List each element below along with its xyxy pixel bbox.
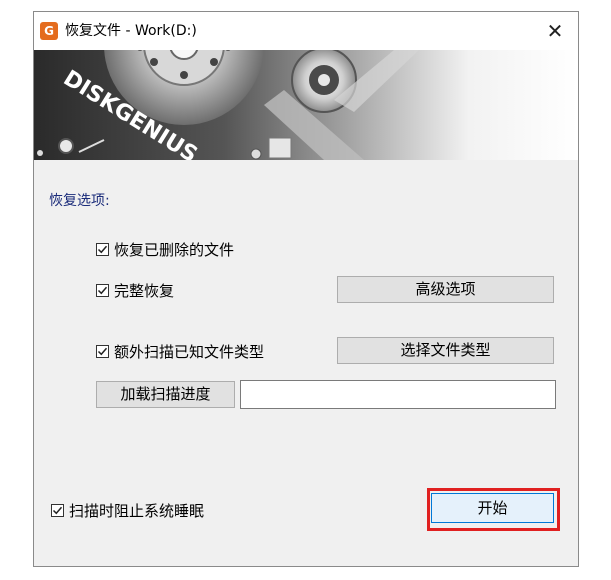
restore-deleted-label: 恢复已删除的文件 [114,240,235,259]
recover-files-dialog: G 恢复文件 - Work(D:) ✕ DISKGENIUS 恢复选项: 恢复已… [33,11,579,567]
extra-scan-checkbox[interactable] [96,344,109,358]
hard-disk-banner-image: DISKGENIUS [34,50,578,160]
checkmark-icon [52,506,63,514]
full-restore-checkbox[interactable] [96,283,109,297]
advanced-options-button[interactable]: 高级选项 [337,276,554,303]
restore-deleted-checkbox[interactable] [96,242,109,256]
recovery-options-title: 恢复选项: [49,193,110,209]
prevent-sleep-checkbox[interactable] [51,503,64,517]
close-button[interactable]: ✕ [532,12,578,50]
full-restore-label: 完整恢复 [114,281,175,300]
prevent-sleep-label: 扫描时阻止系统睡眠 [69,501,205,520]
extra-scan-option[interactable]: 额外扫描已知文件类型 [96,341,264,361]
checkmark-icon [97,286,108,294]
full-restore-option[interactable]: 完整恢复 [96,280,174,300]
prevent-sleep-option[interactable]: 扫描时阻止系统睡眠 [51,500,204,520]
scan-progress-path-input[interactable] [240,380,556,409]
diskgenius-banner: DISKGENIUS [34,50,578,160]
start-button[interactable]: 开始 [431,493,554,523]
restore-deleted-option[interactable]: 恢复已删除的文件 [96,239,234,259]
extra-scan-label: 额外扫描已知文件类型 [114,342,265,361]
load-scan-progress-button[interactable]: 加载扫描进度 [96,381,235,408]
select-file-types-button[interactable]: 选择文件类型 [337,337,554,364]
window-title: 恢复文件 - Work(D:) [65,23,197,39]
checkmark-icon [97,245,108,253]
diskgenius-app-icon: G [40,22,58,40]
title-bar[interactable]: G 恢复文件 - Work(D:) ✕ [34,12,578,50]
checkmark-icon [97,347,108,355]
